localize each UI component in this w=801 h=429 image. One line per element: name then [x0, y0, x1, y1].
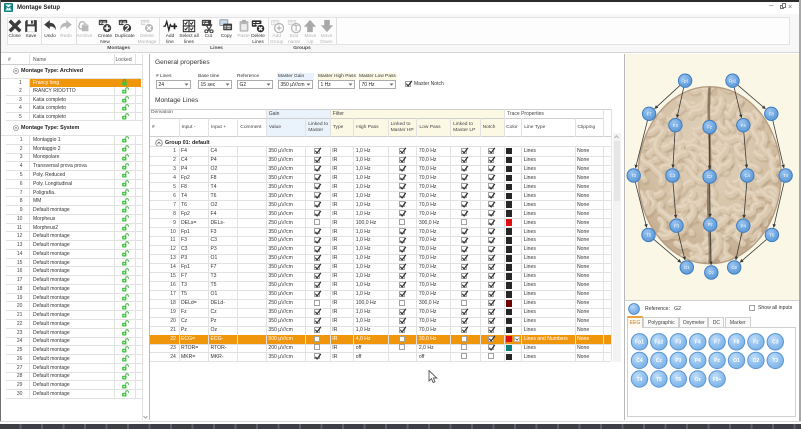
svg-text:C4: C4: [745, 173, 751, 178]
svg-text:Fp1: Fp1: [635, 340, 644, 346]
svg-text:F3: F3: [673, 123, 679, 128]
svg-text:F7: F7: [647, 111, 653, 116]
svg-text:T3: T3: [631, 173, 637, 178]
svg-text:O2: O2: [731, 265, 737, 270]
svg-text:Oz: Oz: [694, 377, 701, 383]
svg-text:C3: C3: [772, 340, 779, 346]
svg-text:Oz: Oz: [709, 270, 715, 275]
svg-text:F3: F3: [675, 340, 681, 346]
svg-text:T3: T3: [772, 358, 778, 364]
svg-text:T6: T6: [769, 233, 775, 238]
svg-text:P3: P3: [675, 358, 681, 364]
svg-text:F7: F7: [714, 340, 720, 346]
svg-text:Fp2: Fp2: [729, 78, 737, 83]
svg-text:O2: O2: [752, 358, 759, 364]
svg-text:F4: F4: [694, 340, 700, 346]
svg-text:2: 2: [124, 23, 129, 33]
svg-text:C3: C3: [670, 173, 676, 178]
svg-text:Fz: Fz: [707, 125, 712, 130]
svg-text:O1: O1: [733, 358, 740, 364]
svg-text:F9+: F9+: [712, 377, 721, 383]
svg-text:P4: P4: [741, 223, 747, 228]
svg-text:Cz: Cz: [707, 174, 712, 179]
svg-text:F4: F4: [741, 123, 747, 128]
svg-text:T6: T6: [675, 377, 681, 383]
svg-text:Pz: Pz: [708, 222, 713, 227]
svg-text:T5: T5: [646, 233, 652, 238]
svg-text:F8: F8: [733, 340, 739, 346]
svg-text:P4: P4: [694, 358, 700, 364]
svg-text:C4: C4: [636, 358, 643, 364]
svg-text:Fp2: Fp2: [654, 340, 663, 346]
svg-text:Fp1: Fp1: [681, 78, 689, 83]
svg-text:P3: P3: [674, 223, 680, 228]
svg-text:T: T: [294, 24, 299, 33]
svg-text:F8: F8: [769, 111, 775, 116]
svg-text:O1: O1: [684, 265, 690, 270]
svg-text:Pz: Pz: [714, 358, 720, 364]
svg-text:T4: T4: [783, 173, 789, 178]
svg-text:Cz: Cz: [655, 358, 662, 364]
svg-text:T5: T5: [655, 377, 661, 383]
svg-text:Fz: Fz: [753, 340, 759, 346]
svg-text:T4: T4: [636, 377, 642, 383]
